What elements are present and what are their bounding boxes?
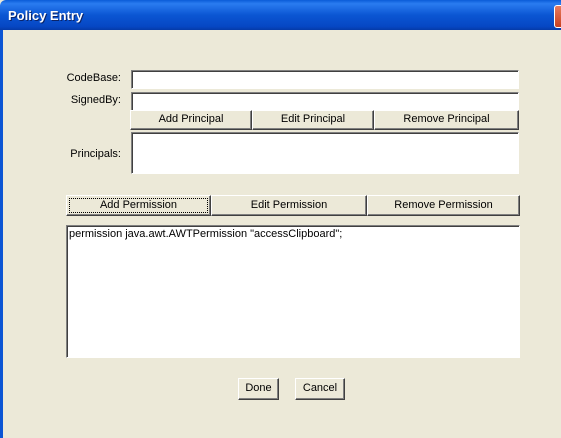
- principals-list[interactable]: [131, 132, 519, 174]
- policy-entry-window: Policy Entry ✕ CodeBase: SignedBy: Add P…: [0, 0, 561, 438]
- done-button[interactable]: Done: [238, 378, 279, 400]
- title-bar[interactable]: Policy Entry ✕: [0, 0, 561, 30]
- cancel-button[interactable]: Cancel: [295, 378, 345, 400]
- close-icon[interactable]: ✕: [554, 5, 561, 28]
- remove-principal-button[interactable]: Remove Principal: [374, 110, 519, 130]
- codebase-input[interactable]: [131, 70, 519, 89]
- dialog-content: CodeBase: SignedBy: Add Principal Edit P…: [3, 30, 561, 438]
- edit-permission-button[interactable]: Edit Permission: [211, 195, 367, 216]
- remove-permission-button[interactable]: Remove Permission: [367, 195, 520, 216]
- window-title: Policy Entry: [8, 8, 84, 23]
- principals-label: Principals:: [70, 148, 121, 160]
- add-principal-button[interactable]: Add Principal: [130, 110, 252, 130]
- signedby-input[interactable]: [131, 92, 519, 111]
- permissions-list[interactable]: permission java.awt.AWTPermission "acces…: [66, 225, 520, 358]
- permission-list-item[interactable]: permission java.awt.AWTPermission "acces…: [69, 228, 517, 240]
- signedby-label: SignedBy:: [70, 94, 121, 106]
- codebase-label: CodeBase:: [66, 72, 121, 84]
- add-permission-button[interactable]: Add Permission: [66, 195, 211, 216]
- edit-principal-button[interactable]: Edit Principal: [252, 110, 374, 130]
